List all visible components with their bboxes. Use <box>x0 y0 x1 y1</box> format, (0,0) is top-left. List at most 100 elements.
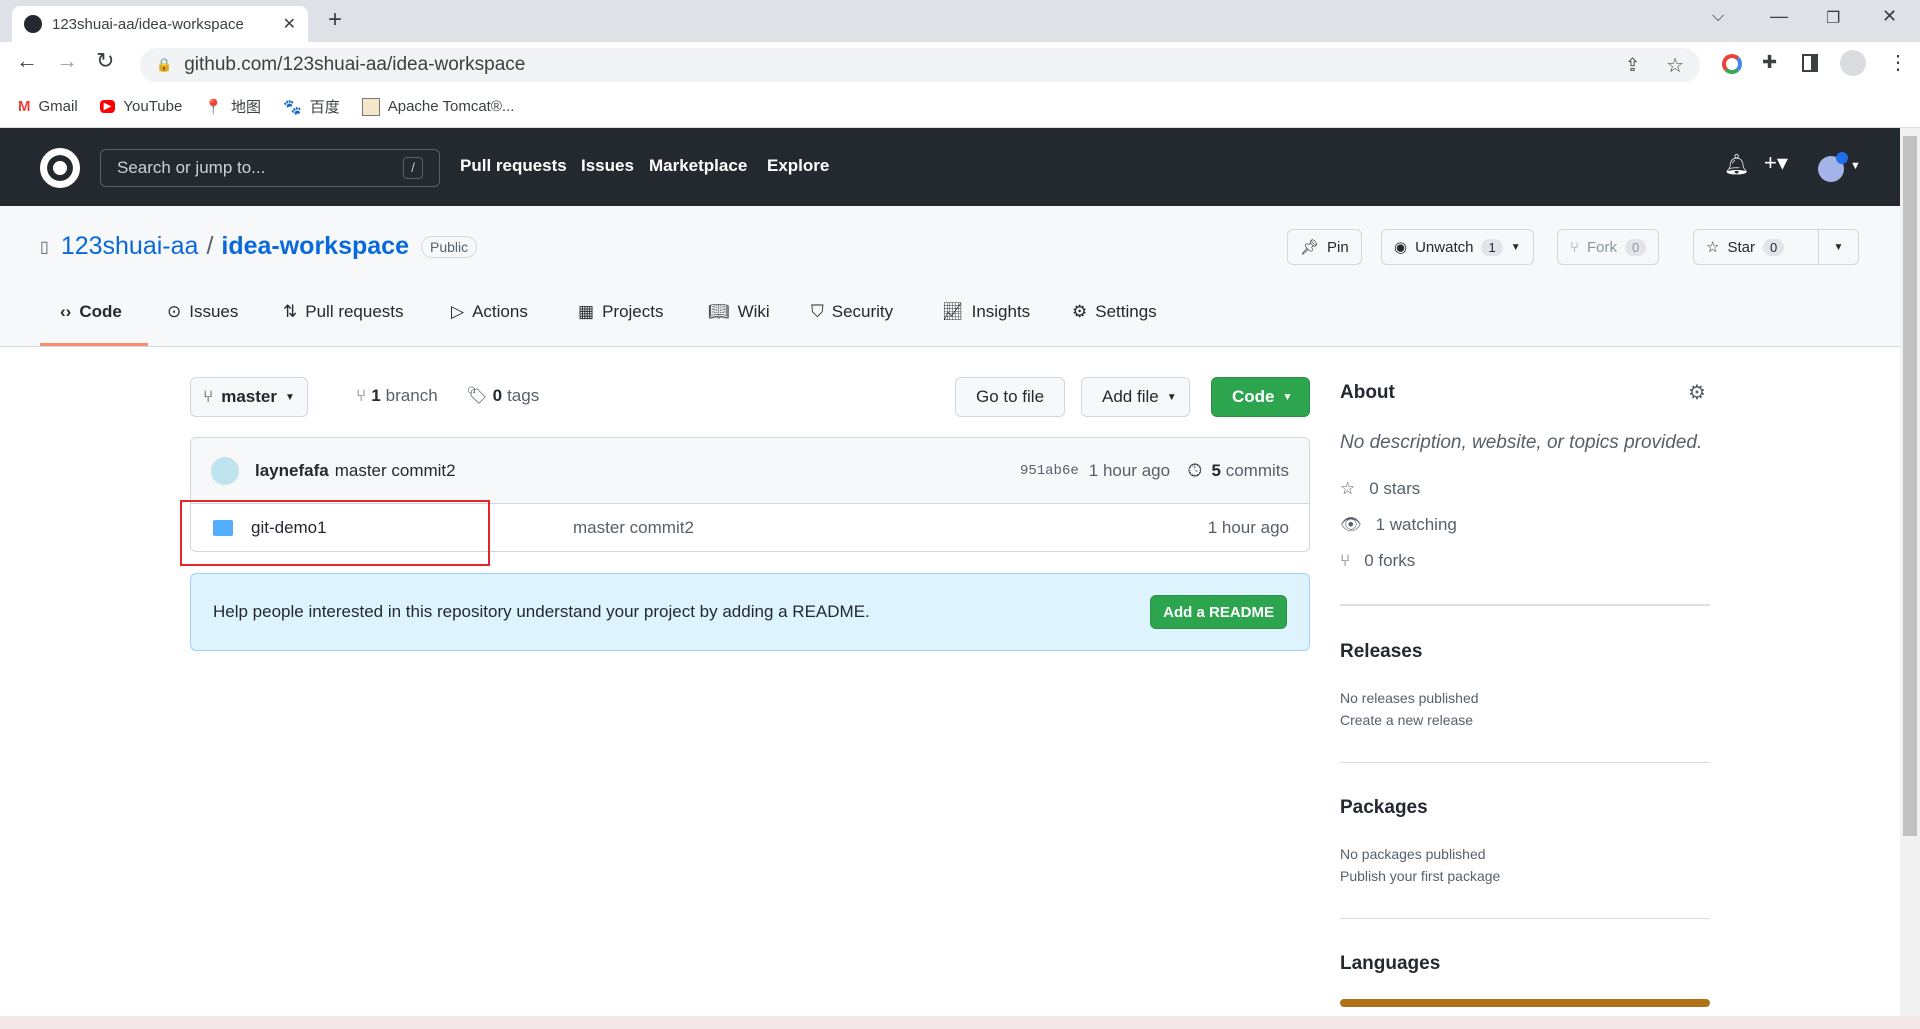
create-release-link[interactable]: Create a new release <box>1340 712 1473 728</box>
youtube-icon: ▶ <box>99 100 116 113</box>
commit-sha[interactable]: 951ab6e <box>1020 463 1079 479</box>
new-tab-icon[interactable]: + <box>328 6 342 34</box>
tab-insights[interactable]: 📈︎ Insights <box>942 302 1030 322</box>
forward-icon[interactable]: → <box>56 48 78 74</box>
tab-issues[interactable]: ⊙ Issues <box>167 302 238 322</box>
commit-message[interactable]: master commit2 <box>335 461 456 481</box>
tab-actions[interactable]: ▷ Actions <box>451 302 528 322</box>
browser-tab[interactable]: 123shuai-aa/idea-workspace ✕ <box>12 6 308 42</box>
close-window-icon[interactable]: ✕ <box>1882 6 1897 27</box>
share-icon[interactable]: ⇪ <box>1625 55 1640 76</box>
tab-settings[interactable]: ⚙ Settings <box>1072 302 1157 322</box>
pin-icon: 📌︎ <box>1300 239 1320 256</box>
star-button[interactable]: ☆ Star 0 ▼ <box>1693 229 1859 265</box>
notifications-bell-icon[interactable]: 🔔︎ <box>1724 152 1749 177</box>
releases-heading[interactable]: Releases <box>1340 641 1422 663</box>
maps-pin-icon: 📍 <box>204 98 224 116</box>
github-favicon-icon <box>24 15 42 33</box>
fork-icon: ⑂ <box>1570 238 1580 256</box>
author-avatar[interactable] <box>211 456 239 485</box>
tab-search-icon[interactable]: ⌵ <box>1712 8 1724 26</box>
add-file-label: Add file <box>1102 387 1159 406</box>
bookmark-tomcat[interactable]: Apache Tomcat®... <box>361 97 514 116</box>
go-to-file-button[interactable]: Go to file <box>955 377 1066 417</box>
active-tab-underline <box>40 343 148 346</box>
avatar-dropdown-caret-icon[interactable]: ▼ <box>1850 160 1861 172</box>
bookmark-gmail[interactable]: M Gmail <box>18 98 78 115</box>
github-logo-icon[interactable] <box>40 148 80 188</box>
create-new-plus-icon[interactable]: +▾ <box>1764 150 1788 176</box>
scrollbar-thumb[interactable] <box>1903 136 1917 836</box>
tab-security[interactable]: ⛉ Security <box>811 302 893 322</box>
packages-heading[interactable]: Packages <box>1340 797 1428 819</box>
back-icon[interactable]: ← <box>16 48 38 74</box>
pin-button[interactable]: 📌︎ Pin <box>1287 229 1362 265</box>
scrollbar[interactable] <box>1900 128 1920 1016</box>
tab-projects[interactable]: ▦ Projects <box>578 302 663 322</box>
tab-pull-requests[interactable]: ⇅ Pull requests <box>283 302 404 322</box>
eye-icon: ◉ <box>1394 239 1408 256</box>
about-settings-gear-icon[interactable]: ⚙ <box>1688 380 1706 405</box>
packages-text: No packages published <box>1340 846 1486 862</box>
reload-icon[interactable]: ↻ <box>96 48 114 74</box>
add-readme-button[interactable]: Add a README <box>1150 595 1287 629</box>
chrome-extension-icon[interactable] <box>1722 54 1742 74</box>
lock-icon: 🔒 <box>156 57 173 72</box>
branch-label: master <box>221 387 277 406</box>
bookmark-youtube[interactable]: ▶ YouTube <box>99 98 182 115</box>
tab-wiki[interactable]: 📖︎ Wiki <box>708 302 770 322</box>
star-icon: ☆ <box>1340 479 1356 498</box>
menu-kebab-icon[interactable]: ⋮ <box>1888 50 1908 75</box>
search-input[interactable]: Search or jump to... / <box>100 149 440 187</box>
watching-link[interactable]: 👁︎ 1 watching <box>1340 515 1457 535</box>
tags-link[interactable]: 🏷︎ 0 tags <box>466 386 539 406</box>
add-file-button[interactable]: Add file ▼ <box>1081 377 1190 417</box>
nav-marketplace[interactable]: Marketplace <box>649 156 747 176</box>
bookmark-baidu[interactable]: 🐾 百度 <box>283 96 340 117</box>
code-label: Code <box>1232 387 1275 406</box>
star-list-dropdown[interactable]: ▼ <box>1818 230 1858 264</box>
bookmark-star-icon[interactable]: ☆ <box>1666 53 1684 78</box>
watch-count: 1 <box>1481 238 1503 256</box>
tab-label: Actions <box>472 302 528 321</box>
restore-icon[interactable]: ❐ <box>1826 8 1840 28</box>
readme-banner: Help people interested in this repositor… <box>190 573 1310 651</box>
bookmark-label: 地图 <box>231 99 262 116</box>
eye-icon: 👁︎ <box>1340 515 1362 534</box>
file-commit-message[interactable]: master commit2 <box>573 518 1208 538</box>
divider <box>1340 762 1710 763</box>
repo-name-link[interactable]: idea-workspace <box>221 232 409 261</box>
publish-package-link[interactable]: Publish your first package <box>1340 868 1500 884</box>
branch-select-button[interactable]: ⑂ master ▼ <box>190 377 308 417</box>
bookmark-maps[interactable]: 📍 地图 <box>204 96 261 117</box>
minimize-icon[interactable]: — <box>1770 6 1788 27</box>
branches-link[interactable]: ⑂ 1 branch <box>356 386 438 406</box>
go-to-file-label: Go to file <box>976 387 1045 406</box>
nav-explore[interactable]: Explore <box>767 156 829 176</box>
address-bar[interactable]: 🔒 github.com/123shuai-aa/idea-workspace … <box>140 48 1700 82</box>
languages-heading: Languages <box>1340 953 1441 974</box>
stars-link[interactable]: ☆ 0 stars <box>1340 479 1420 499</box>
extensions-puzzle-icon[interactable]: ✚ <box>1762 52 1777 73</box>
side-panel-icon[interactable] <box>1802 54 1818 72</box>
commit-author[interactable]: laynefafa <box>255 461 329 481</box>
nav-pull-requests[interactable]: Pull requests <box>460 156 567 176</box>
repo-owner-link[interactable]: 123shuai-aa <box>61 232 199 261</box>
nav-issues[interactable]: Issues <box>581 156 634 176</box>
tab-label: Pull requests <box>305 302 404 321</box>
star-count: 0 <box>1762 238 1785 256</box>
browser-tab-strip: 123shuai-aa/idea-workspace ✕ + ⌵ — ❐ ✕ <box>0 0 1920 42</box>
tab-code[interactable]: ‹› Code <box>60 302 122 322</box>
repo-separator: / <box>206 232 214 260</box>
forks-link[interactable]: ⑂ 0 forks <box>1340 551 1415 571</box>
repo-title: ▯ 123shuai-aa / idea-workspace Public <box>40 232 478 261</box>
tab-label: Settings <box>1095 302 1157 321</box>
unwatch-button[interactable]: ◉ Unwatch 1 ▼ <box>1381 229 1534 265</box>
fork-button[interactable]: ⑂ Fork 0 <box>1557 229 1660 265</box>
readme-prompt-text: Help people interested in this repositor… <box>213 602 870 621</box>
repo-icon: ▯ <box>40 238 49 256</box>
profile-icon[interactable] <box>1840 50 1866 76</box>
close-tab-icon[interactable]: ✕ <box>283 14 296 34</box>
commits-link[interactable]: 5 commits <box>1212 461 1289 481</box>
code-button[interactable]: Code ▼ <box>1211 377 1310 417</box>
